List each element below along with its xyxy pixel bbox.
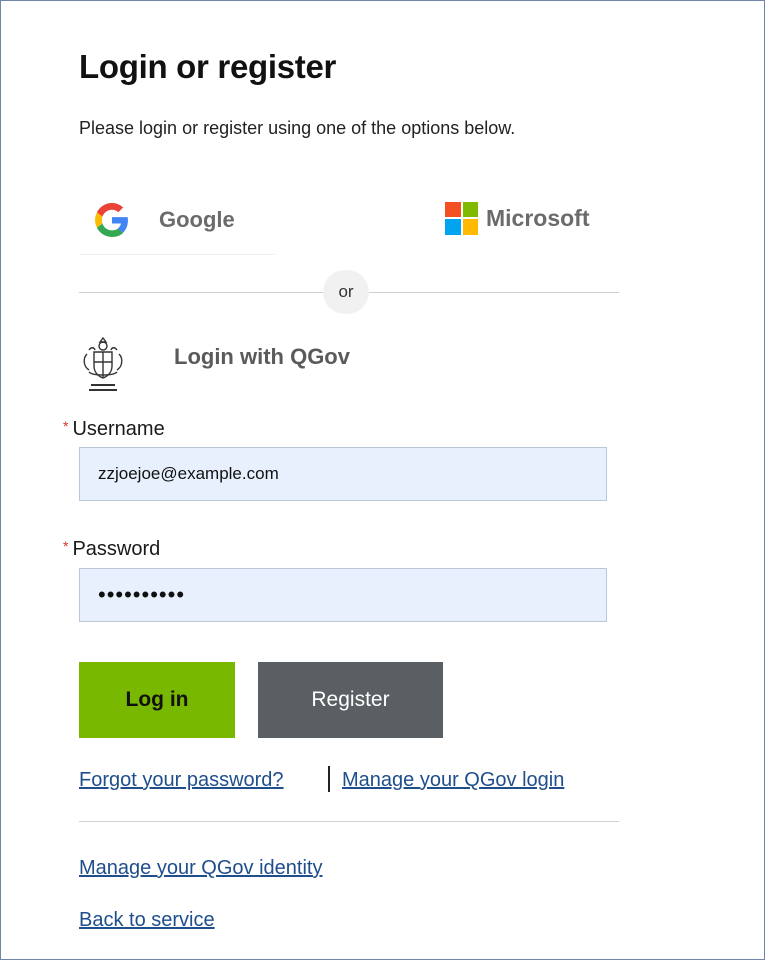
password-label-text: Password	[72, 538, 161, 560]
microsoft-label: Microsoft	[486, 204, 590, 231]
register-button[interactable]: Register	[258, 662, 443, 738]
username-label-text: Username	[72, 418, 165, 440]
required-marker: *	[63, 538, 69, 554]
password-input[interactable]	[79, 568, 607, 622]
page-title: Login or register	[79, 48, 337, 85]
queensland-government-crest-icon	[83, 336, 123, 391]
link-separator	[328, 766, 330, 792]
back-to-service-link[interactable]: Back to service	[79, 909, 215, 932]
login-button[interactable]: Log in	[79, 662, 235, 738]
qgov-login-button[interactable]: Login with QGov	[79, 332, 350, 396]
google-g-icon	[95, 203, 128, 237]
google-label: Google	[159, 207, 235, 232]
required-marker: *	[63, 418, 69, 434]
microsoft-login-button[interactable]: Microsoft	[445, 200, 590, 236]
forgot-password-link[interactable]: Forgot your password?	[79, 769, 284, 792]
username-input[interactable]	[79, 447, 607, 501]
qgov-label: Login with QGov	[174, 344, 350, 369]
microsoft-logo-icon	[445, 201, 478, 235]
or-divider-badge: or	[323, 270, 369, 314]
page-subtitle: Please login or register using one of th…	[79, 118, 516, 138]
manage-qgov-identity-link[interactable]: Manage your QGov identity	[79, 857, 322, 880]
section-divider	[79, 821, 619, 822]
manage-qgov-login-link[interactable]: Manage your QGov login	[342, 769, 564, 792]
username-label: * Username	[63, 418, 165, 441]
password-label: * Password	[63, 538, 160, 561]
google-login-button[interactable]: Google	[79, 186, 275, 255]
